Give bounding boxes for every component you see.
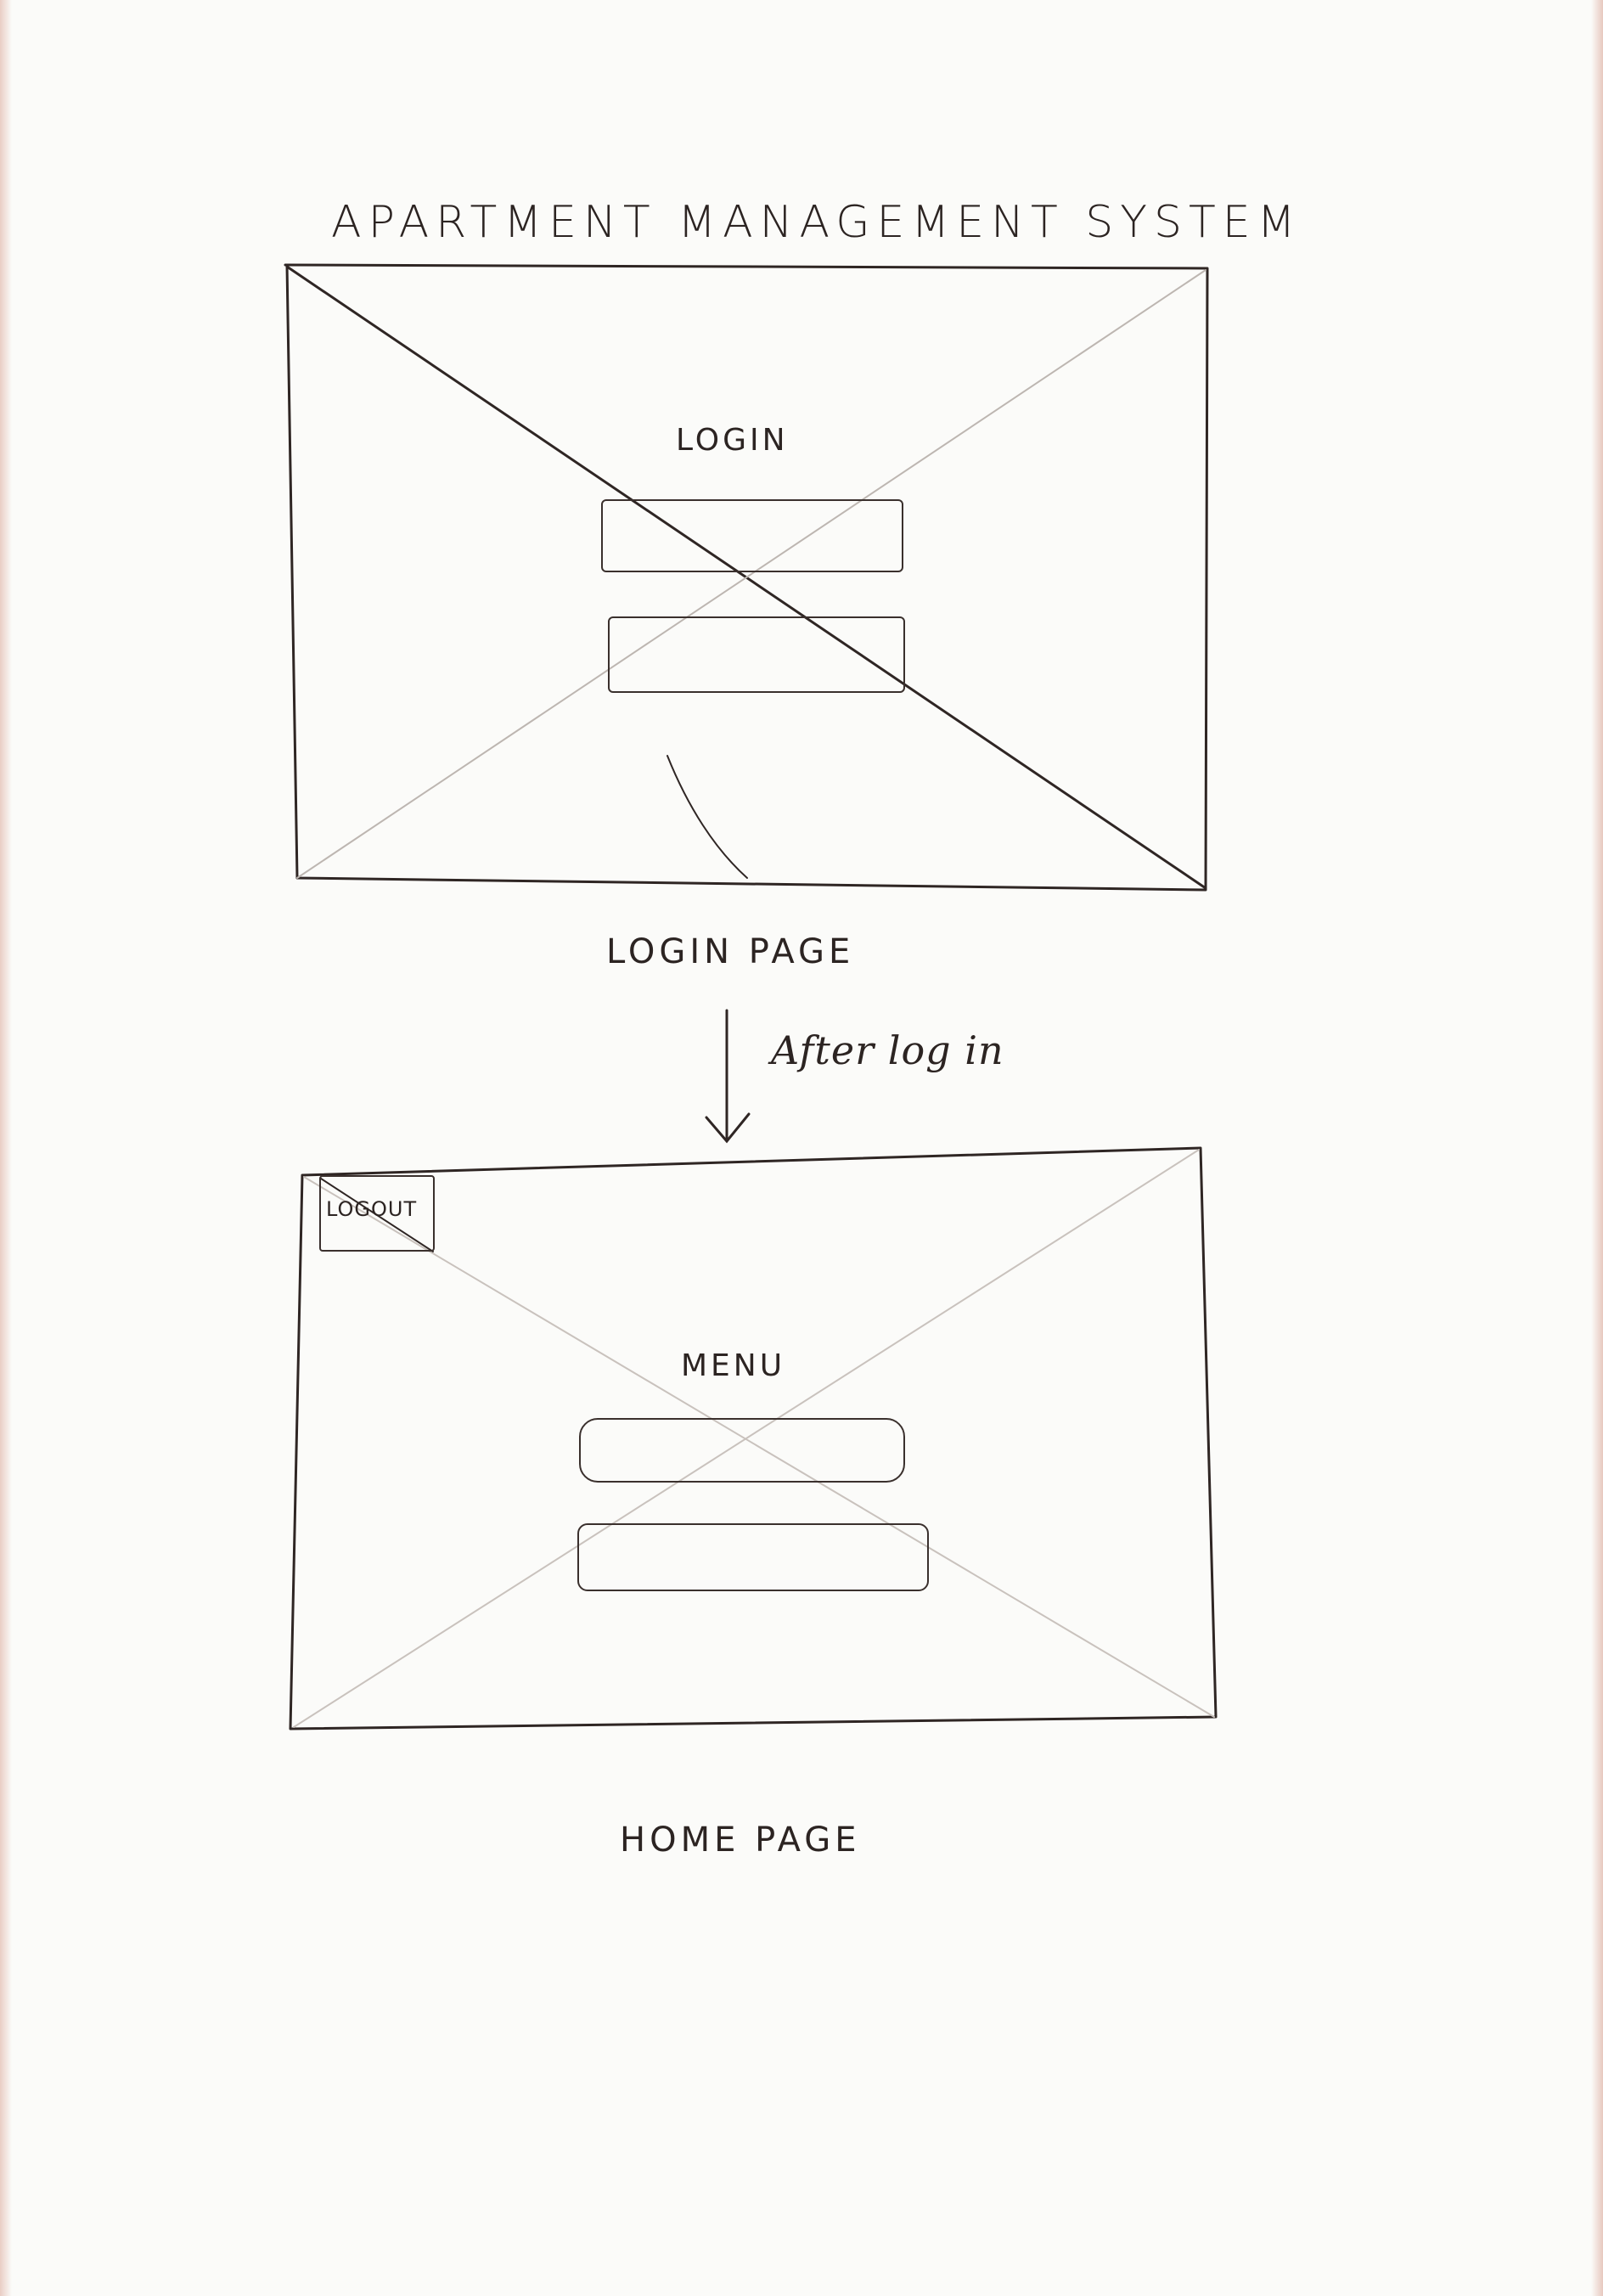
logout-button-label: LOGOUT bbox=[326, 1197, 418, 1221]
menu-heading: MENU bbox=[681, 1348, 786, 1383]
diagram-title: APARTMENT MANAGEMENT SYSTEM bbox=[331, 197, 1302, 248]
login-password-field[interactable] bbox=[608, 616, 905, 693]
login-page-caption: LOGIN PAGE bbox=[606, 932, 855, 971]
menu-option-1[interactable] bbox=[579, 1418, 905, 1483]
transition-label: After log in bbox=[771, 1027, 1004, 1073]
login-stroke-mark bbox=[667, 755, 748, 879]
login-heading: LOGIN bbox=[676, 423, 789, 458]
home-page-caption: HOME PAGE bbox=[620, 1820, 861, 1860]
login-wireframe bbox=[284, 263, 1209, 892]
login-diagonal-faint bbox=[296, 269, 1206, 879]
menu-option-2[interactable] bbox=[577, 1523, 929, 1591]
login-username-field[interactable] bbox=[601, 499, 903, 572]
wireframe-sketch bbox=[284, 263, 1218, 1730]
transition-arrow bbox=[705, 1009, 751, 1144]
